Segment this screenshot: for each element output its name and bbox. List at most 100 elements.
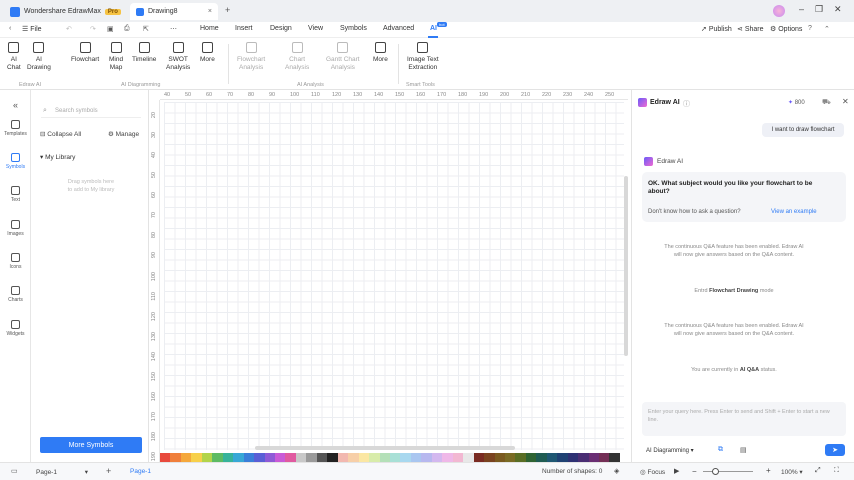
horizontal-scrollbar[interactable] <box>255 446 515 450</box>
color-swatch[interactable] <box>233 453 244 462</box>
color-swatch[interactable] <box>504 453 516 462</box>
color-swatch[interactable] <box>431 453 443 462</box>
color-swatch[interactable] <box>421 453 432 462</box>
minimize-icon[interactable]: – <box>799 4 804 14</box>
color-swatch[interactable] <box>546 453 558 462</box>
manage-button[interactable]: ⚙ Manage <box>108 130 139 138</box>
color-swatch[interactable] <box>410 453 422 462</box>
color-swatch[interactable] <box>222 453 234 462</box>
flowchart-button[interactable]: Flowchart <box>71 42 99 64</box>
zoom-slider[interactable] <box>703 471 753 472</box>
ai-query-input[interactable]: Enter your query here. Press Enter to se… <box>642 402 846 436</box>
ai-mode-select[interactable]: AI Diagramming ▾ <box>646 447 694 454</box>
color-swatch[interactable] <box>588 453 600 462</box>
collapse-all-button[interactable]: ⊟ Collapse All <box>40 130 81 138</box>
color-swatch[interactable] <box>484 453 495 462</box>
more-analysis-button[interactable]: More <box>373 42 388 64</box>
color-swatch[interactable] <box>536 453 547 462</box>
sidebar-item-images[interactable]: Images <box>0 220 31 237</box>
close-ai-panel-icon[interactable]: ✕ <box>842 97 849 106</box>
play-icon[interactable]: ▶ <box>674 467 679 475</box>
options-button[interactable]: ⚙ Options <box>770 25 802 33</box>
menu-ai[interactable]: AI <box>430 25 437 32</box>
page-tab[interactable]: Page-1 <box>130 468 151 475</box>
more-diagramming-button[interactable]: More <box>200 42 215 64</box>
menu-design[interactable]: Design <box>270 25 292 32</box>
file-menu[interactable]: ☰ File <box>22 25 42 33</box>
export-icon[interactable]: ⇱ <box>143 25 149 33</box>
search-symbols-input[interactable]: Search symbols <box>41 104 141 118</box>
color-swatch[interactable] <box>285 453 296 462</box>
color-swatch[interactable] <box>578 453 589 462</box>
color-swatch[interactable] <box>442 453 453 462</box>
send-button[interactable]: ➤ <box>825 444 845 456</box>
color-palette[interactable] <box>160 453 620 462</box>
color-swatch[interactable] <box>525 453 537 462</box>
color-swatch[interactable] <box>379 453 390 462</box>
app-tab[interactable]: Wondershare EdrawMax Pro <box>4 3 127 20</box>
color-swatch[interactable] <box>274 453 286 462</box>
swot-analysis-button[interactable]: SWOT Analysis <box>166 42 190 72</box>
color-swatch[interactable] <box>358 453 370 462</box>
color-swatch[interactable] <box>316 453 328 462</box>
color-swatch[interactable] <box>264 453 275 462</box>
timeline-button[interactable]: Timeline <box>132 42 156 64</box>
fit-page-icon[interactable]: ⤢ <box>815 467 821 475</box>
zoom-out-icon[interactable]: − <box>692 467 697 476</box>
color-swatch[interactable] <box>212 453 223 462</box>
collapse-ribbon-icon[interactable]: ⌃ <box>824 25 830 33</box>
color-swatch[interactable] <box>180 453 192 462</box>
zoom-level[interactable]: 100% ▾ <box>781 468 803 476</box>
focus-button[interactable]: ◎ Focus <box>640 468 665 476</box>
layers-icon[interactable]: ◈ <box>614 467 619 475</box>
drawing-canvas[interactable]: 40 50 60 70 80 90 100 110 120 130 140 150 160 170 180 1… <box>150 90 628 462</box>
sidebar-item-templates[interactable]: Templates <box>0 120 31 137</box>
redo-icon[interactable]: ↷ <box>90 25 96 33</box>
add-page-button[interactable]: + <box>106 466 111 476</box>
page-select[interactable]: Page-1 ▾ <box>36 468 88 476</box>
color-swatch[interactable] <box>295 453 307 462</box>
color-swatch[interactable] <box>400 453 411 462</box>
color-swatch[interactable] <box>557 453 568 462</box>
print-icon[interactable]: ⎙ <box>124 25 130 33</box>
close-tab-icon[interactable]: × <box>208 8 212 15</box>
page-panel-icon[interactable]: ▭ <box>11 467 18 475</box>
color-swatch[interactable] <box>609 453 620 462</box>
sidebar-item-charts[interactable]: Charts <box>0 286 31 303</box>
undo-icon[interactable]: ↶ <box>66 25 72 33</box>
color-swatch[interactable] <box>567 453 579 462</box>
color-swatch[interactable] <box>170 453 181 462</box>
back-icon[interactable]: ‹ <box>9 25 11 32</box>
color-swatch[interactable] <box>463 453 474 462</box>
my-library-header[interactable]: ▾ My Library <box>40 153 75 161</box>
sidebar-item-text[interactable]: Text <box>0 186 31 203</box>
more-symbols-button[interactable]: More Symbols <box>40 437 142 453</box>
menu-symbols[interactable]: Symbols <box>340 25 367 32</box>
info-icon[interactable]: ⓘ <box>683 99 690 109</box>
zoom-in-icon[interactable]: + <box>766 466 771 475</box>
vertical-scrollbar[interactable] <box>624 176 628 356</box>
color-swatch[interactable] <box>191 453 202 462</box>
color-swatch[interactable] <box>306 453 317 462</box>
mind-map-button[interactable]: Mind Map <box>109 42 123 72</box>
close-window-icon[interactable]: ✕ <box>834 4 842 15</box>
color-swatch[interactable] <box>254 453 265 462</box>
sidebar-item-symbols[interactable]: Symbols <box>0 153 31 170</box>
publish-button[interactable]: ➚ Publish <box>701 25 732 33</box>
gantt-chart-analysis-button[interactable]: Gantt Chart Analysis <box>326 42 360 72</box>
image-upload-icon[interactable]: ⧉ <box>718 446 723 454</box>
chart-analysis-button[interactable]: Chart Analysis <box>285 42 309 72</box>
share-button[interactable]: ⋖ Share <box>737 25 764 33</box>
color-swatch[interactable] <box>348 453 359 462</box>
collapse-panel-icon[interactable]: « <box>0 100 31 110</box>
color-swatch[interactable] <box>452 453 464 462</box>
color-swatch[interactable] <box>201 453 213 462</box>
save-icon[interactable]: ▣ <box>107 25 114 33</box>
restore-icon[interactable]: ❐ <box>815 4 823 15</box>
color-swatch[interactable] <box>327 453 338 462</box>
help-icon[interactable]: ? <box>808 25 812 32</box>
color-swatch[interactable] <box>160 453 171 462</box>
image-text-extraction-button[interactable]: Image Text Extraction <box>407 42 439 72</box>
sidebar-item-widgets[interactable]: Widgets <box>0 320 31 337</box>
sidebar-item-icons[interactable]: Icons <box>0 253 31 270</box>
